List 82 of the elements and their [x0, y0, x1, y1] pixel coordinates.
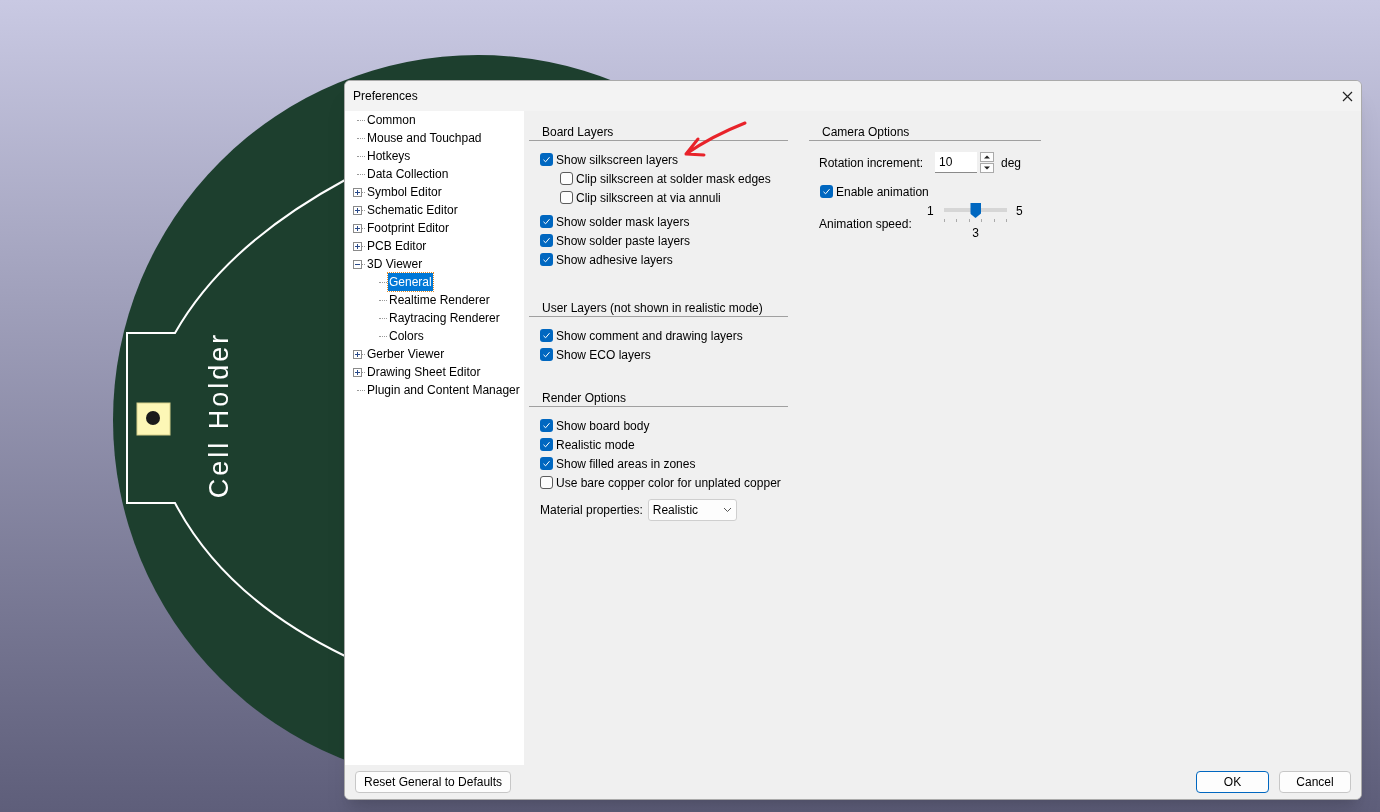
tree-item[interactable]: Drawing Sheet Editor: [366, 363, 482, 381]
checkbox[interactable]: [540, 253, 553, 266]
checkmark-icon: [542, 236, 551, 245]
checkbox[interactable]: [540, 457, 553, 470]
expand-icon[interactable]: [353, 241, 362, 251]
checkbox-label[interactable]: Show silkscreen layers: [556, 150, 679, 169]
material-dropdown[interactable]: Realistic: [647, 499, 737, 521]
checkmark-icon: [542, 459, 551, 468]
checkbox[interactable]: [540, 419, 553, 432]
tree-item[interactable]: Realtime Renderer: [388, 291, 491, 309]
checkbox-label[interactable]: Show solder mask layers: [556, 212, 690, 231]
checkbox[interactable]: [540, 153, 553, 166]
section-title: Render Options: [542, 389, 627, 407]
checkmark-icon: [822, 187, 831, 196]
slider-value: 3: [972, 225, 979, 242]
section-title: Board Layers: [542, 123, 614, 141]
checkbox[interactable]: [540, 438, 553, 451]
tree-item[interactable]: Mouse and Touchpad: [366, 129, 483, 147]
pad-drawing: [136, 402, 171, 436]
tree-item[interactable]: Common: [366, 111, 417, 129]
checkmark-icon: [542, 255, 551, 264]
section-title: Camera Options: [822, 123, 910, 141]
chevron-down-icon: [722, 507, 732, 513]
tree-item[interactable]: Footprint Editor: [366, 219, 451, 237]
checkmark-icon: [542, 421, 551, 430]
checkmark-icon: [542, 350, 551, 359]
expand-icon[interactable]: [353, 223, 362, 233]
field-label: Animation speed:: [819, 216, 913, 233]
checkbox[interactable]: [540, 348, 553, 361]
tree-item[interactable]: Colors: [388, 327, 425, 345]
window-title: Preferences: [353, 88, 418, 105]
slider-thumb[interactable]: [970, 203, 981, 218]
spinner-icon[interactable]: [980, 152, 994, 173]
field-label: Material properties:: [540, 502, 643, 519]
checkbox-label[interactable]: Use bare copper color for unplated copper: [556, 473, 781, 492]
checkbox[interactable]: [540, 234, 553, 247]
close-icon[interactable]: [1342, 90, 1353, 102]
collapse-icon[interactable]: [353, 259, 362, 269]
expand-icon[interactable]: [353, 187, 362, 197]
checkbox[interactable]: [540, 215, 553, 228]
tree-item[interactable]: Gerber Viewer: [366, 345, 446, 363]
checkbox[interactable]: [540, 476, 553, 489]
checkmark-icon: [542, 331, 551, 340]
tree-item[interactable]: Hotkeys: [366, 147, 412, 165]
checkbox-label[interactable]: Show filled areas in zones: [556, 454, 696, 473]
checkbox-label[interactable]: Enable animation: [836, 182, 929, 201]
checkmark-icon: [542, 217, 551, 226]
checkbox-label[interactable]: Clip silkscreen at solder mask edges: [576, 169, 771, 188]
checkmark-icon: [542, 440, 551, 449]
expand-icon[interactable]: [353, 205, 362, 215]
cancel-button[interactable]: Cancel: [1279, 771, 1351, 793]
tree-item[interactable]: PCB Editor: [366, 237, 428, 255]
tree-item[interactable]: Data Collection: [366, 165, 450, 183]
slider-max-label: 5: [1016, 203, 1023, 220]
ok-button[interactable]: OK: [1196, 771, 1269, 793]
checkbox-label[interactable]: Show adhesive layers: [556, 250, 673, 269]
tree-item[interactable]: Symbol Editor: [366, 183, 443, 201]
expand-icon[interactable]: [353, 367, 362, 377]
section-title: User Layers (not shown in realistic mode): [542, 299, 763, 317]
checkbox[interactable]: [560, 191, 573, 204]
checkbox-label[interactable]: Show ECO layers: [556, 345, 651, 364]
checkbox[interactable]: [540, 329, 553, 342]
tree-item[interactable]: Schematic Editor: [366, 201, 459, 219]
checkbox-label[interactable]: Clip silkscreen at via annuli: [576, 188, 721, 207]
tree-item[interactable]: Plugin and Content Manager: [366, 381, 521, 399]
checkbox-label[interactable]: Show solder paste layers: [556, 231, 691, 250]
checkbox-label[interactable]: Show comment and drawing layers: [556, 326, 743, 345]
board-label: Cell Holder: [202, 331, 235, 499]
tree-item[interactable]: Raytracing Renderer: [388, 309, 501, 327]
expand-icon[interactable]: [353, 349, 362, 359]
checkbox-label[interactable]: Show board body: [556, 416, 650, 435]
rotation-field[interactable]: 10: [935, 152, 977, 173]
tree-item[interactable]: General: [388, 273, 433, 291]
checkbox[interactable]: [820, 185, 833, 198]
checkmark-icon: [542, 155, 551, 164]
unit-label: deg: [1001, 154, 1022, 172]
checkbox[interactable]: [560, 172, 573, 185]
field-label: Rotation increment:: [819, 154, 925, 172]
tree-item[interactable]: 3D Viewer: [366, 255, 424, 273]
reset-defaults-button[interactable]: Reset General to Defaults: [355, 771, 512, 793]
slider-min-label: 1: [927, 203, 935, 220]
checkbox-label[interactable]: Realistic mode: [556, 435, 635, 454]
